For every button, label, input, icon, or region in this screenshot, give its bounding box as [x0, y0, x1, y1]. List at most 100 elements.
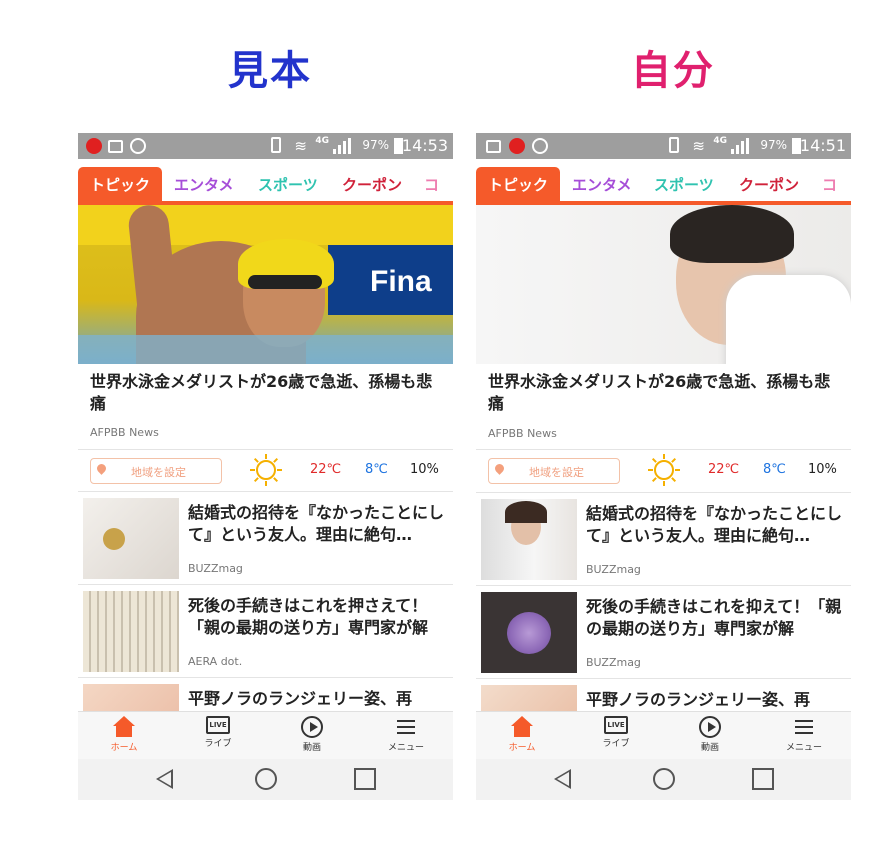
nav-home-label: ホーム — [508, 743, 536, 753]
signal-icon — [333, 138, 353, 154]
search-app-icon — [509, 138, 525, 154]
network-label: 4G — [315, 136, 329, 146]
high-temperature: 22℃ — [310, 462, 342, 477]
hero-source: AFPBB News — [90, 426, 159, 439]
back-icon[interactable] — [554, 769, 571, 789]
hero-image[interactable] — [476, 205, 851, 364]
menu-icon — [792, 716, 816, 738]
wifi-icon: ≋ — [692, 137, 705, 155]
home-circle-icon[interactable] — [653, 768, 675, 790]
set-region-label: 地域を設定 — [131, 466, 186, 479]
nav-live[interactable]: LIVE ライブ — [178, 716, 258, 749]
article-title: 死後の手続きはこれを抑えて！「親の最期の送り方」専門家が解 — [586, 597, 842, 638]
nav-home-label: ホーム — [110, 743, 138, 753]
vibrate-icon — [271, 137, 281, 153]
system-navigation-bar — [78, 759, 453, 800]
mine-heading: 自分 — [631, 48, 715, 94]
vibrate-icon — [669, 137, 679, 153]
tab-topics[interactable]: トピック — [78, 167, 162, 205]
tab-coupons[interactable]: クーポン — [342, 167, 402, 205]
list-item[interactable]: 死後の手続きはこれを押さえて！「親の最期の送り方」専門家が解 AERA dot. — [78, 585, 453, 677]
tab-columns[interactable]: コラ — [822, 167, 851, 230]
sunny-icon — [256, 460, 276, 480]
hero-image[interactable]: Fina — [78, 205, 453, 364]
list-item[interactable]: 結婚式の招待を『なかったことにして』という友人。理由に絶句… BUZZmag — [476, 493, 851, 585]
hero-headline[interactable]: 世界水泳金メダリストが26歳で急逝、孫楊も悲痛 — [90, 371, 440, 415]
low-temperature: 8℃ — [763, 462, 786, 477]
battery-percent: 97% — [362, 138, 389, 152]
list-item[interactable]: 結婚式の招待を『なかったことにして』という友人。理由に絶句… BUZZmag — [78, 492, 453, 584]
tab-sports[interactable]: スポーツ — [654, 167, 714, 205]
high-temperature: 22℃ — [708, 462, 740, 477]
nav-home[interactable]: ホーム — [84, 716, 164, 753]
gallery-icon — [108, 140, 123, 153]
article-source: BUZZmag — [586, 656, 641, 669]
live-icon: LIVE — [604, 716, 628, 734]
nav-menu-label: メニュー — [785, 743, 822, 753]
nav-video[interactable]: 動画 — [272, 716, 352, 753]
tab-entertainment[interactable]: エンタメ — [572, 167, 632, 205]
category-tabs: トピック エンタメ スポーツ クーポン コラ — [476, 159, 851, 230]
location-pin-icon — [493, 462, 506, 475]
list-item[interactable]: 平野ノラのランジェリー姿、再 — [476, 679, 851, 711]
back-icon[interactable] — [156, 769, 173, 789]
nav-menu[interactable]: メニュー — [764, 716, 844, 753]
wifi-icon: ≋ — [294, 137, 307, 155]
tab-sports[interactable]: スポーツ — [258, 167, 318, 205]
network-label: 4G — [713, 136, 727, 146]
article-title: 死後の手続きはこれを押さえて！「親の最期の送り方」専門家が解 — [188, 596, 429, 637]
sunny-icon — [654, 460, 674, 480]
article-thumbnail — [83, 591, 179, 672]
article-source: BUZZmag — [586, 563, 641, 576]
tab-entertainment[interactable]: エンタメ — [174, 167, 234, 205]
location-pin-icon — [95, 462, 108, 475]
tab-coupons[interactable]: クーポン — [739, 167, 799, 205]
article-title: 結婚式の招待を『なかったことにして』という友人。理由に絶句… — [586, 504, 843, 545]
article-title: 平野ノラのランジェリー姿、再 — [586, 690, 811, 709]
article-thumbnail — [83, 684, 179, 711]
article-source: BUZZmag — [188, 562, 243, 575]
chat-app-icon — [130, 138, 146, 154]
nav-home[interactable]: ホーム — [482, 716, 562, 753]
clock: 14:51 — [799, 136, 846, 155]
list-item[interactable]: 平野ノラのランジェリー姿、再 — [78, 678, 453, 711]
weather-bar: 地域を設定 22℃ 8℃ 10% — [78, 450, 453, 491]
nav-video-label: 動画 — [700, 743, 719, 753]
hero-source: AFPBB News — [488, 427, 557, 440]
hero-headline[interactable]: 世界水泳金メダリストが26歳で急逝、孫楊も悲痛 — [488, 371, 838, 415]
article-thumbnail — [481, 499, 577, 580]
tab-topics[interactable]: トピック — [476, 167, 560, 205]
list-item[interactable]: 死後の手続きはこれを抑えて！「親の最期の送り方」専門家が解 BUZZmag — [476, 586, 851, 678]
battery-percent: 97% — [760, 138, 787, 152]
signal-icon — [731, 138, 751, 154]
tab-columns[interactable]: コラ — [424, 167, 453, 230]
sample-heading: 見本 — [228, 48, 312, 94]
system-navigation-bar — [476, 759, 851, 800]
rain-probability: 10% — [808, 462, 837, 477]
nav-menu[interactable]: メニュー — [366, 716, 446, 753]
search-app-icon — [86, 138, 102, 154]
nav-live-label: ライブ — [602, 739, 630, 749]
set-region-button[interactable]: 地域を設定 — [488, 458, 620, 484]
sample-phone-screen: ≋ 4G 97% 14:53 トピック エンタメ スポーツ クーポン コラ Fi… — [78, 133, 453, 800]
recent-apps-icon[interactable] — [354, 768, 376, 790]
my-phone-screen: ≋ 4G 97% 14:51 トピック エンタメ スポーツ クーポン コラ 世界… — [476, 133, 851, 800]
recent-apps-icon[interactable] — [752, 768, 774, 790]
bottom-navigation: ホーム LIVE ライブ 動画 メニュー — [78, 711, 453, 760]
play-icon — [301, 716, 323, 738]
home-icon — [112, 716, 136, 738]
category-tabs: トピック エンタメ スポーツ クーポン コラ — [78, 159, 453, 230]
weather-bar: 地域を設定 22℃ 8℃ 10% — [476, 450, 851, 491]
home-circle-icon[interactable] — [255, 768, 277, 790]
article-thumbnail — [481, 685, 577, 711]
rain-probability: 10% — [410, 462, 439, 477]
nav-live-label: ライブ — [204, 739, 232, 749]
menu-icon — [394, 716, 418, 738]
nav-live[interactable]: LIVE ライブ — [576, 716, 656, 749]
set-region-button[interactable]: 地域を設定 — [90, 458, 222, 484]
low-temperature: 8℃ — [365, 462, 388, 477]
nav-video[interactable]: 動画 — [670, 716, 750, 753]
nav-menu-label: メニュー — [387, 743, 424, 753]
article-title: 結婚式の招待を『なかったことにして』という友人。理由に絶句… — [188, 503, 445, 544]
play-icon — [699, 716, 721, 738]
